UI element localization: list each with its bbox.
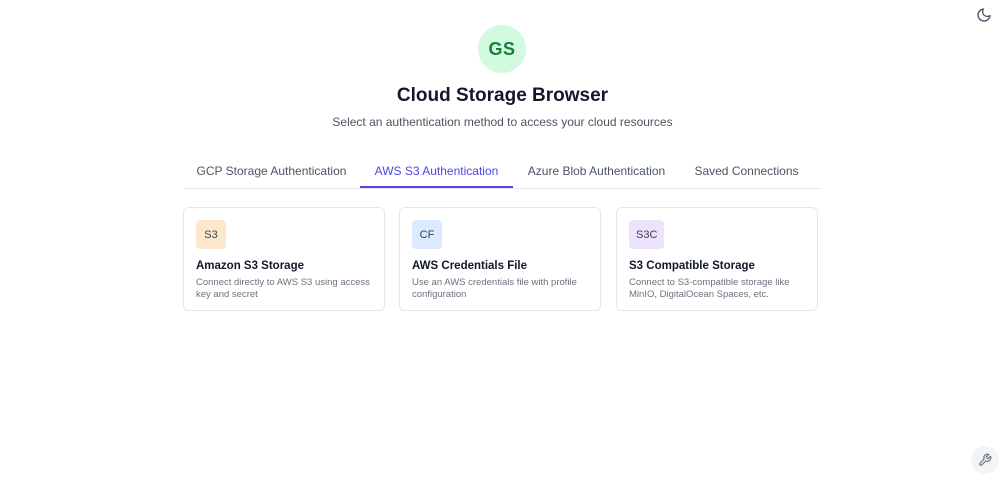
tab-saved-connections[interactable]: Saved Connections <box>680 155 813 186</box>
tab-azure-blob[interactable]: Azure Blob Authentication <box>514 155 679 186</box>
tools-button[interactable] <box>971 446 999 474</box>
tab-gcp-storage[interactable]: GCP Storage Authentication <box>184 155 359 186</box>
card-aws-credentials-file[interactable]: CF AWS Credentials File Use an AWS crede… <box>399 207 601 311</box>
card-badge: CF <box>412 220 442 249</box>
page-subtitle: Select an authentication method to acces… <box>332 115 673 129</box>
wrench-icon <box>979 453 992 466</box>
app-logo-avatar: GS <box>478 25 526 73</box>
tab-aws-s3[interactable]: AWS S3 Authentication <box>360 155 513 188</box>
theme-toggle-button[interactable] <box>974 5 994 25</box>
login-page: GS Cloud Storage Browser Select an authe… <box>0 0 1005 484</box>
card-description: Use an AWS credentials file with profile… <box>412 277 577 300</box>
card-description: Connect directly to AWS S3 using access … <box>196 277 370 300</box>
card-title: AWS Credentials File <box>412 260 528 272</box>
auth-method-tabs: GCP Storage Authentication AWS S3 Authen… <box>184 155 822 189</box>
page-title: Cloud Storage Browser <box>396 85 609 106</box>
card-title: Amazon S3 Storage <box>196 260 304 272</box>
card-badge: S3 <box>196 220 226 249</box>
card-badge: S3C <box>629 220 665 249</box>
auth-option-cards: S3 Amazon S3 Storage Connect directly to… <box>183 207 823 313</box>
moon-icon <box>977 8 991 22</box>
card-amazon-s3-storage[interactable]: S3 Amazon S3 Storage Connect directly to… <box>183 207 385 311</box>
card-description: Connect to S3-compatible storage like Mi… <box>629 277 790 300</box>
card-s3-compatible-storage[interactable]: S3C S3 Compatible Storage Connect to S3-… <box>616 207 818 311</box>
card-title: S3 Compatible Storage <box>629 260 755 272</box>
